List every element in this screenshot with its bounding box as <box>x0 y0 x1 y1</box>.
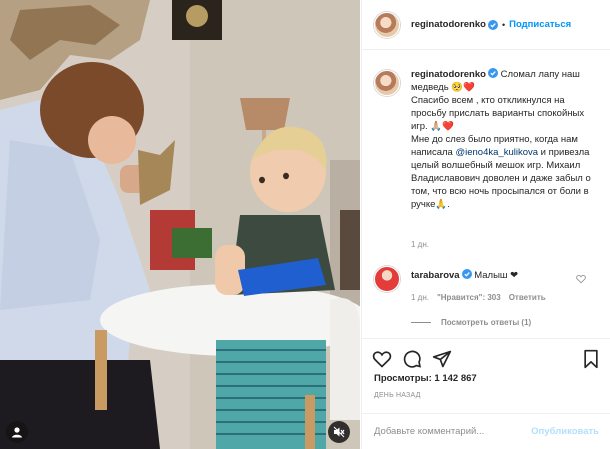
user-tag-icon <box>12 427 22 438</box>
caption-line-2: Спасибо всем , кто откликнулся на просьб… <box>411 95 587 132</box>
caption-time: 1 дн. <box>411 240 429 249</box>
post-sidebar: reginatodorenko • Подписаться reginatodo… <box>361 0 610 449</box>
paper-plane-icon[interactable] <box>432 349 452 369</box>
verified-badge-icon <box>487 68 498 78</box>
comment-text: tarabarova Малыш ❤ <box>411 269 518 292</box>
post-age: ДЕНЬ НАЗАД <box>374 392 421 399</box>
comment-meta: 1 дн. "Нравится": 303 Ответить <box>411 293 546 302</box>
author-avatar[interactable] <box>374 11 400 38</box>
comment-time: 1 дн. <box>411 293 429 302</box>
post-video[interactable] <box>0 0 360 449</box>
video-frame <box>0 0 360 449</box>
caption-author-username[interactable]: reginatodorenko <box>411 69 486 80</box>
comment-bubble-icon[interactable] <box>402 349 422 369</box>
action-bar <box>362 338 610 378</box>
caption-author-avatar[interactable] <box>374 70 400 96</box>
heart-outline-icon[interactable] <box>372 349 392 369</box>
comment-body: Малыш ❤ <box>474 270 519 281</box>
publish-button[interactable]: Опубликовать <box>531 426 599 437</box>
mute-button[interactable] <box>328 421 350 443</box>
view-replies-label: Посмотреть ответы (1) <box>441 318 532 327</box>
separator-dot: • <box>501 19 506 30</box>
commenter-avatar[interactable] <box>374 266 400 292</box>
add-comment-bar: Опубликовать <box>362 413 610 449</box>
comment-row: tarabarova Малыш ❤ <box>374 266 599 292</box>
author-username[interactable]: reginatodorenko <box>411 19 486 30</box>
commenter-username[interactable]: tarabarova <box>411 270 460 281</box>
tag-user-button[interactable] <box>6 421 28 443</box>
view-replies-button[interactable]: Посмотреть ответы (1) <box>411 318 531 327</box>
follow-button[interactable]: Подписаться <box>509 19 571 30</box>
bookmark-icon[interactable] <box>581 349 601 369</box>
reply-button[interactable]: Ответить <box>509 293 546 302</box>
replies-divider <box>411 322 431 323</box>
speaker-muted-icon <box>333 426 345 438</box>
caption-text: reginatodorenko Сломал лапу наш медведь … <box>411 68 599 211</box>
comment-likes-count[interactable]: "Нравится": 303 <box>437 293 501 302</box>
views-count[interactable]: Просмотры: 1 142 867 <box>374 373 477 384</box>
post-caption: reginatodorenko Сломал лапу наш медведь … <box>374 68 599 211</box>
comment-input[interactable] <box>374 426 532 437</box>
comment-like-icon[interactable] <box>576 274 586 284</box>
caption-mention-link[interactable]: @ieno4ka_kulikova <box>455 147 538 158</box>
verified-badge-icon <box>487 19 498 30</box>
post-header: reginatodorenko • Подписаться <box>362 0 610 50</box>
verified-badge-icon <box>461 269 472 279</box>
